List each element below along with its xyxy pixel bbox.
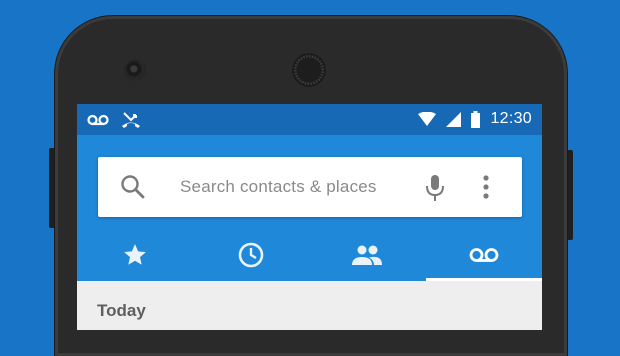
status-right-icons: 12:30 <box>418 110 532 128</box>
star-icon <box>122 242 148 268</box>
voicemail-icon <box>87 114 109 126</box>
tab-bar <box>77 229 542 281</box>
search-box[interactable]: Search contacts & places <box>98 157 522 217</box>
status-bar: 12:30 <box>77 104 542 135</box>
voicemail-icon <box>469 247 499 263</box>
voicemail-list: Today <box>77 281 542 330</box>
tab-voicemail[interactable] <box>426 229 542 281</box>
missed-call-icon <box>121 111 141 129</box>
clock-icon <box>237 241 265 269</box>
front-camera <box>124 59 146 81</box>
status-clock: 12:30 <box>490 110 532 127</box>
mic-icon[interactable] <box>425 174 445 202</box>
search-icon[interactable] <box>120 174 146 200</box>
tab-recents[interactable] <box>193 229 309 281</box>
battery-icon <box>471 110 481 128</box>
status-left-icons <box>87 111 141 129</box>
search-placeholder[interactable]: Search contacts & places <box>180 177 377 197</box>
section-header-today: Today <box>97 301 146 320</box>
tab-contacts[interactable] <box>309 229 425 281</box>
phone-screen: 12:30 Search contacts & places Today <box>77 104 542 330</box>
more-vert-icon[interactable] <box>482 174 490 200</box>
earpiece-speaker <box>292 53 326 87</box>
people-icon <box>352 244 382 266</box>
signal-icon <box>446 111 462 127</box>
tab-favorites[interactable] <box>77 229 193 281</box>
wifi-icon <box>418 112 437 126</box>
app-bar: Search contacts & places <box>77 135 542 281</box>
